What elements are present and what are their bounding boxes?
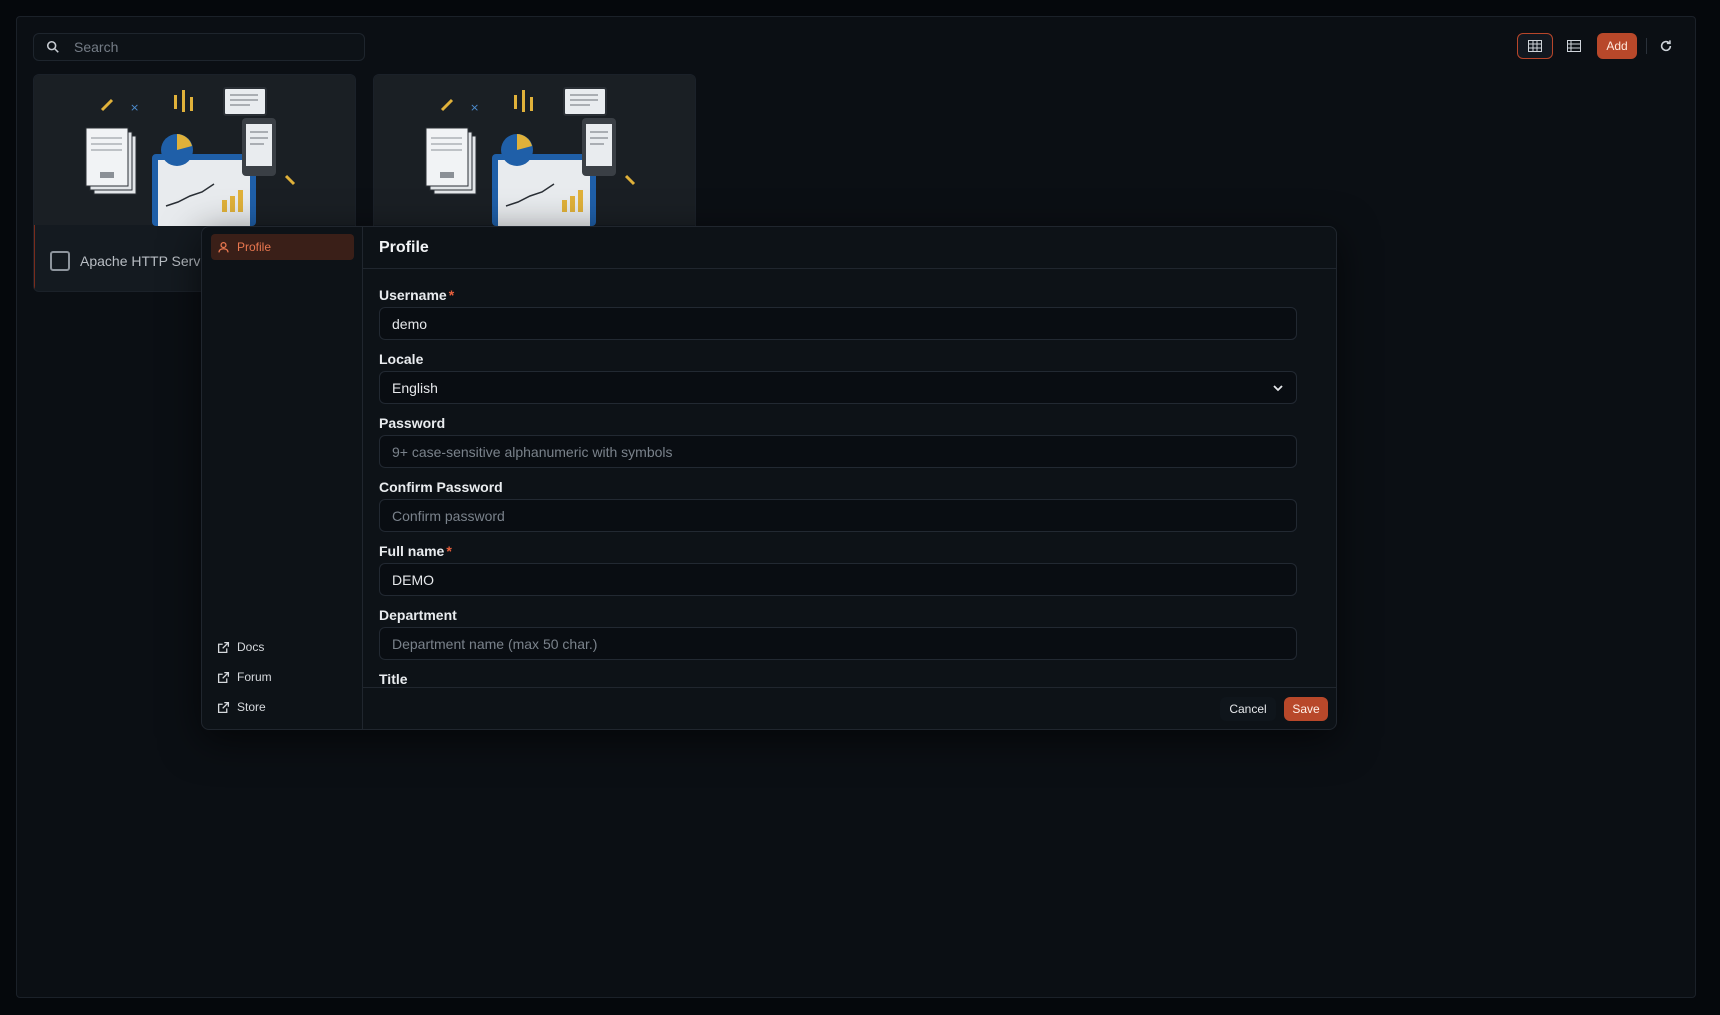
- save-button[interactable]: Save: [1284, 697, 1328, 721]
- password-input[interactable]: [392, 443, 1296, 460]
- required-marker: *: [446, 543, 452, 559]
- card-illustration: ×: [374, 75, 695, 226]
- external-link-icon: [217, 671, 230, 683]
- list-view-button[interactable]: [1559, 33, 1589, 59]
- dialog-footer: Cancel Save: [363, 687, 1336, 729]
- locale-select[interactable]: English: [379, 371, 1297, 404]
- cancel-button[interactable]: Cancel: [1220, 697, 1276, 721]
- search-input[interactable]: [74, 39, 334, 55]
- locale-value: English: [392, 379, 438, 396]
- search-icon: [46, 40, 59, 53]
- card-illustration: ×: [34, 75, 355, 226]
- confirm-password-field[interactable]: [379, 499, 1297, 532]
- list-view-icon: [1567, 40, 1581, 52]
- refresh-icon: [1660, 40, 1672, 52]
- department-label: Department: [379, 607, 457, 623]
- department-field[interactable]: [379, 627, 1297, 660]
- grid-view-button[interactable]: [1517, 33, 1553, 59]
- dialog-title: Profile: [363, 227, 1336, 269]
- sidebar-item-label: Forum: [237, 670, 272, 684]
- full-name-label: Full name *: [379, 543, 452, 559]
- password-label: Password: [379, 415, 446, 431]
- dialog-content: Profile Username* Locale English Passwor…: [363, 227, 1336, 729]
- profile-dialog: Profile Docs Forum Store Profile Usernam…: [201, 226, 1337, 730]
- svg-text:×: ×: [470, 101, 479, 114]
- sidebar-item-label: Docs: [237, 640, 265, 654]
- chevron-down-icon: [1273, 385, 1283, 392]
- external-link-icon: [217, 641, 230, 653]
- password-field[interactable]: [379, 435, 1297, 468]
- add-button[interactable]: Add: [1597, 33, 1637, 59]
- card-checkbox[interactable]: [50, 251, 70, 271]
- full-name-input[interactable]: [392, 571, 1296, 588]
- locale-label: Locale: [379, 351, 424, 367]
- card-accent-bar: [34, 225, 35, 291]
- sidebar-item-profile[interactable]: Profile: [211, 234, 354, 260]
- refresh-button[interactable]: [1653, 33, 1679, 59]
- sidebar-link-forum[interactable]: Forum: [211, 664, 354, 690]
- confirm-password-label: Confirm Password: [379, 479, 503, 495]
- search-bar[interactable]: [33, 33, 365, 61]
- confirm-password-input[interactable]: [392, 507, 1296, 524]
- sidebar-item-label: Profile: [237, 240, 272, 254]
- username-input[interactable]: [392, 315, 1296, 332]
- card-footer: Apache HTTP Server: [50, 251, 213, 271]
- toolbar-divider: [1646, 38, 1647, 54]
- grid-view-icon: [1528, 40, 1542, 52]
- username-field[interactable]: [379, 307, 1297, 340]
- full-name-field[interactable]: [379, 563, 1297, 596]
- sidebar-link-store[interactable]: Store: [211, 694, 354, 720]
- dialog-sidebar: Profile Docs Forum Store: [202, 227, 363, 729]
- svg-text:×: ×: [130, 101, 139, 114]
- sidebar-item-label: Store: [237, 700, 266, 714]
- department-input[interactable]: [392, 635, 1296, 652]
- external-link-icon: [217, 701, 230, 713]
- user-icon: [218, 241, 229, 252]
- sidebar-link-docs[interactable]: Docs: [211, 634, 354, 660]
- profile-form: Username* Locale English Password Confir…: [379, 269, 1312, 687]
- required-marker: *: [448, 287, 455, 303]
- app-window: Add ×: [16, 16, 1696, 998]
- card-title[interactable]: Apache HTTP Server: [80, 253, 213, 269]
- username-label: Username *: [379, 287, 455, 303]
- title-label: Title: [379, 671, 408, 687]
